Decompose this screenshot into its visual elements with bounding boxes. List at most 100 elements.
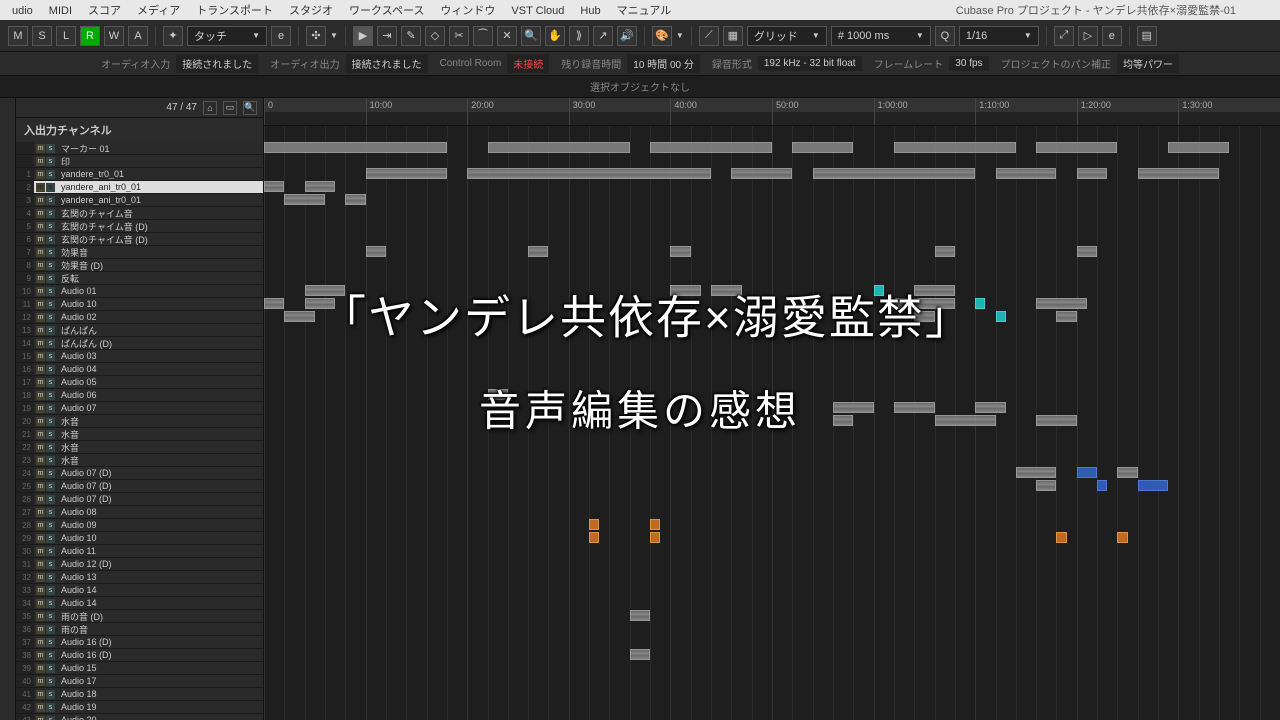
track-row[interactable]: 31 m s Audio 12 (D) — [16, 558, 263, 571]
zoom-tool-icon[interactable]: 🔍 — [521, 26, 541, 46]
automation-mode-dropdown[interactable]: タッチ▼ — [187, 26, 267, 46]
audio-clip[interactable] — [305, 285, 346, 296]
track-row[interactable]: 21 m s 水音 — [16, 428, 263, 441]
track-solo-chip[interactable]: s — [46, 430, 55, 439]
audio-clip[interactable] — [345, 194, 365, 205]
track-solo-chip[interactable]: s — [46, 469, 55, 478]
track-row[interactable]: 22 m s 水音 — [16, 441, 263, 454]
menu-スコア[interactable]: スコア — [80, 5, 129, 17]
track-mute-chip[interactable]: m — [36, 417, 45, 426]
snap-type-icon[interactable]: ▦ — [723, 26, 743, 46]
erase-tool-icon[interactable]: ◇ — [425, 26, 445, 46]
audio-clip[interactable] — [670, 285, 700, 296]
audio-clip[interactable] — [670, 246, 690, 257]
audio-clip[interactable] — [1056, 532, 1066, 543]
track-solo-chip[interactable]: s — [46, 625, 55, 634]
audio-clip[interactable] — [305, 181, 335, 192]
track-mute-chip[interactable]: m — [36, 625, 45, 634]
audio-clip[interactable] — [305, 298, 335, 309]
audio-clip[interactable] — [1117, 532, 1127, 543]
track-mute-chip[interactable]: m — [36, 378, 45, 387]
track-row[interactable]: 29 m s Audio 10 — [16, 532, 263, 545]
audio-clip[interactable] — [833, 402, 874, 413]
track-row[interactable]: 25 m s Audio 07 (D) — [16, 480, 263, 493]
audio-clip[interactable] — [894, 402, 935, 413]
audio-clip[interactable] — [1138, 168, 1219, 179]
window-layout-1-icon[interactable]: ⤢ — [1054, 26, 1074, 46]
window-layout-4-icon[interactable]: ▤ — [1137, 26, 1157, 46]
track-row[interactable]: 39 m s Audio 15 — [16, 662, 263, 675]
track-mute-chip[interactable]: m — [36, 248, 45, 257]
menu-midi[interactable]: MIDI — [41, 5, 80, 17]
track-solo-chip[interactable]: s — [46, 716, 55, 720]
track-solo-chip[interactable]: s — [46, 157, 55, 166]
grid-ms-dropdown[interactable]: # 1000 ms▼ — [831, 26, 931, 46]
track-mute-chip[interactable]: m — [36, 261, 45, 270]
track-solo-chip[interactable]: s — [46, 235, 55, 244]
track-row[interactable]: 4 m s 玄関のチャイム音 — [16, 207, 263, 220]
track-solo-chip[interactable]: s — [46, 573, 55, 582]
track-solo-chip[interactable]: s — [46, 651, 55, 660]
track-row[interactable]: 43 m s Audio 20 — [16, 714, 263, 720]
track-solo-chip[interactable]: s — [46, 456, 55, 465]
track-mute-chip[interactable]: m — [36, 703, 45, 712]
track-solo-chip[interactable]: s — [46, 352, 55, 361]
track-mute-chip[interactable]: m — [36, 573, 45, 582]
audio-clip[interactable] — [264, 298, 284, 309]
track-mute-chip[interactable]: m — [36, 443, 45, 452]
track-mute-chip[interactable]: m — [36, 313, 45, 322]
track-mute-chip[interactable]: m — [36, 456, 45, 465]
track-row[interactable]: 30 m s Audio 11 — [16, 545, 263, 558]
track-row[interactable]: 3 m s yandere_ani_tr0_01 — [16, 194, 263, 207]
track-row[interactable]: 10 m s Audio 01 — [16, 285, 263, 298]
track-row[interactable]: 32 m s Audio 13 — [16, 571, 263, 584]
track-solo-chip[interactable]: s — [46, 664, 55, 673]
home-icon[interactable]: ⌂ — [203, 101, 217, 115]
track-solo-chip[interactable]: s — [46, 183, 55, 192]
track-mute-chip[interactable]: m — [36, 274, 45, 283]
track-row[interactable]: 35 m s 雨の音 (D) — [16, 610, 263, 623]
audio-clip[interactable] — [935, 415, 996, 426]
audio-clip[interactable] — [1036, 142, 1117, 153]
audio-clip[interactable] — [711, 285, 741, 296]
track-mute-chip[interactable]: m — [36, 716, 45, 720]
track-mute-chip[interactable]: m — [36, 352, 45, 361]
track-row[interactable]: 42 m s Audio 19 — [16, 701, 263, 714]
search-icon[interactable]: 🔍 — [243, 101, 257, 115]
track-mute-chip[interactable]: m — [36, 638, 45, 647]
track-mute-chip[interactable]: m — [36, 144, 45, 153]
track-solo-chip[interactable]: s — [46, 521, 55, 530]
warp-tool-icon[interactable]: ⟫ — [569, 26, 589, 46]
write-toggle[interactable]: W — [104, 26, 124, 46]
track-row[interactable]: m s マーカー 01 — [16, 142, 263, 155]
track-row[interactable]: 34 m s Audio 14 — [16, 597, 263, 610]
track-mute-chip[interactable]: m — [36, 391, 45, 400]
menu-メディア[interactable]: メディア — [129, 5, 188, 17]
audio-clip[interactable] — [792, 142, 853, 153]
track-row[interactable]: 9 m s 反転 — [16, 272, 263, 285]
track-solo-chip[interactable]: s — [46, 222, 55, 231]
color-tool-icon[interactable]: 🎨 — [652, 26, 672, 46]
track-solo-chip[interactable]: s — [46, 300, 55, 309]
line-tool-icon[interactable]: ↗ — [593, 26, 613, 46]
track-mute-chip[interactable]: m — [36, 690, 45, 699]
track-solo-chip[interactable]: s — [46, 144, 55, 153]
track-solo-chip[interactable]: s — [46, 586, 55, 595]
pointer-tool-icon[interactable]: ▶ — [353, 26, 373, 46]
audio-clip[interactable] — [589, 532, 599, 543]
track-mute-chip[interactable]: m — [36, 651, 45, 660]
window-layout-2-icon[interactable]: ▷ — [1078, 26, 1098, 46]
menu-マニュアル[interactable]: マニュアル — [609, 5, 680, 17]
track-solo-chip[interactable]: s — [46, 391, 55, 400]
audio-clip[interactable] — [1117, 467, 1137, 478]
track-solo-chip[interactable]: s — [46, 404, 55, 413]
audio-clip[interactable] — [894, 298, 955, 309]
track-mute-chip[interactable]: m — [36, 287, 45, 296]
track-solo-chip[interactable]: s — [46, 508, 55, 517]
track-row[interactable]: 20 m s 水音 — [16, 415, 263, 428]
track-row[interactable]: 1 m s yandere_tr0_01 — [16, 168, 263, 181]
track-solo-chip[interactable]: s — [46, 547, 55, 556]
audio-clip[interactable] — [996, 168, 1057, 179]
audio-clip[interactable] — [1077, 246, 1097, 257]
menu-ウィンドウ[interactable]: ウィンドウ — [432, 5, 503, 17]
